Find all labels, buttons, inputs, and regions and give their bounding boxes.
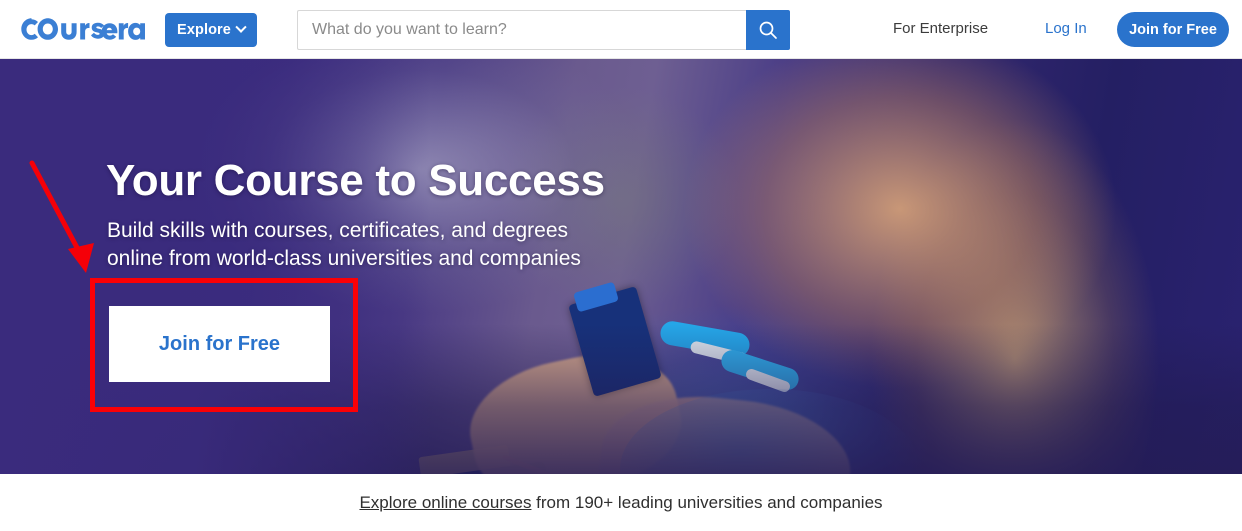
search-bar — [297, 10, 790, 50]
hero-banner: Your Course to Success Build skills with… — [0, 59, 1242, 474]
coursera-logo[interactable] — [14, 13, 150, 45]
explore-courses-strip: Explore online courses from 190+ leading… — [0, 474, 1242, 531]
hero-title: Your Course to Success — [106, 156, 605, 205]
explore-button-label: Explore — [177, 22, 231, 38]
log-in-link[interactable]: Log In — [1045, 20, 1087, 37]
chevron-down-icon — [235, 21, 247, 33]
hero-subtitle: Build skills with courses, certificates,… — [107, 219, 581, 270]
header-join-for-free-button[interactable]: Join for Free — [1117, 12, 1229, 47]
explore-online-courses-link[interactable]: Explore online courses — [359, 493, 531, 512]
site-header: Explore For Enterprise Log In Join for F… — [0, 0, 1242, 59]
search-input[interactable] — [297, 10, 746, 50]
coursera-logo-icon — [21, 18, 145, 40]
explore-courses-text: Explore online courses from 190+ leading… — [359, 493, 882, 513]
search-icon — [759, 21, 777, 39]
for-enterprise-link[interactable]: For Enterprise — [893, 20, 988, 37]
explore-button[interactable]: Explore — [165, 13, 257, 47]
hero-join-for-free-button[interactable]: Join for Free — [109, 306, 330, 382]
explore-courses-rest: from 190+ leading universities and compa… — [531, 492, 883, 512]
search-button[interactable] — [746, 10, 790, 50]
